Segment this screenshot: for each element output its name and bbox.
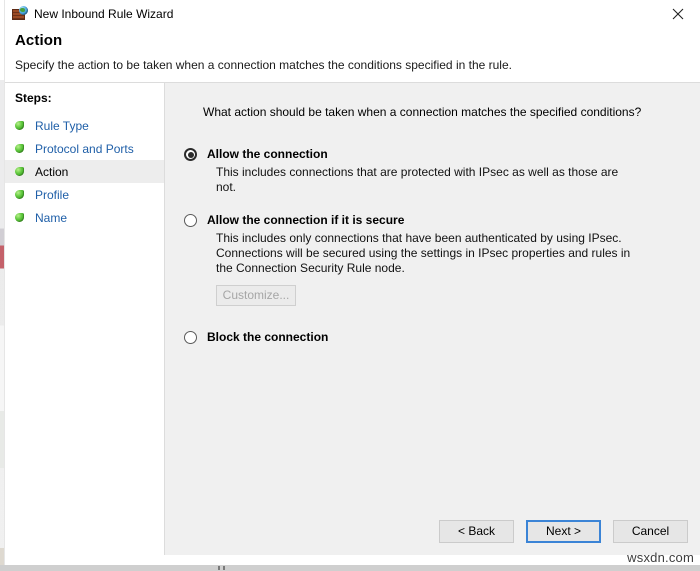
option-allow-the-connection[interactable]: Allow the connection This includes conne… [175, 147, 700, 195]
customize-button: Customize... [216, 285, 296, 306]
option-allow-the-connection-if-it-is-secure[interactable]: Allow the connection if it is secure Thi… [175, 213, 700, 306]
option-label: Allow the connection [207, 147, 328, 161]
sidebar-item-profile[interactable]: Profile [5, 183, 164, 206]
option-block-the-connection[interactable]: Block the connection [175, 330, 700, 345]
wizard-window: New Inbound Rule Wizard Action Specify t… [0, 0, 700, 571]
sidebar-item-rule-type[interactable]: Rule Type [5, 114, 164, 137]
option-label: Allow the connection if it is secure [207, 213, 405, 227]
radio-allow-if-secure[interactable] [184, 214, 197, 227]
sidebar-item-protocol-and-ports[interactable]: Protocol and Ports [5, 137, 164, 160]
step-bullet-icon [15, 213, 24, 222]
sidebar-item-label: Rule Type [35, 118, 89, 133]
sidebar-item-label: Profile [35, 187, 70, 202]
window-bottom-edge [0, 565, 700, 571]
sidebar-item-label: Name [35, 210, 68, 225]
radio-block-the-connection[interactable] [184, 331, 197, 344]
dialog-content: Steps: Rule Type Protocol and Ports Acti… [5, 82, 700, 555]
close-icon[interactable] [655, 0, 700, 28]
window-title: New Inbound Rule Wizard [34, 7, 174, 21]
action-pane: What action should be taken when a conne… [165, 83, 700, 555]
watermark: wsxdn.com [627, 550, 694, 565]
page-subtitle: Specify the action to be taken when a co… [15, 58, 512, 72]
cancel-button[interactable]: Cancel [613, 520, 688, 543]
step-bullet-icon [15, 144, 24, 153]
step-bullet-icon [15, 190, 24, 199]
title-bar: New Inbound Rule Wizard [5, 0, 700, 28]
dialog-body: New Inbound Rule Wizard Action Specify t… [4, 0, 700, 565]
action-prompt: What action should be taken when a conne… [203, 105, 642, 119]
firewall-globe-icon [11, 6, 28, 22]
sidebar-item-label: Action [35, 164, 69, 179]
sidebar-item-label: Protocol and Ports [35, 141, 134, 156]
radio-allow-the-connection[interactable] [184, 148, 197, 161]
option-description: This includes connections that are prote… [216, 165, 619, 194]
back-button[interactable]: < Back [439, 520, 514, 543]
dialog-footer: < Back Next > Cancel [439, 520, 688, 543]
page-title: Action [15, 32, 63, 49]
resize-grip[interactable] [218, 566, 230, 570]
steps-sidebar: Steps: Rule Type Protocol and Ports Acti… [5, 83, 165, 555]
sidebar-item-action[interactable]: Action [5, 160, 164, 183]
step-bullet-icon [15, 167, 24, 176]
action-radio-group: Allow the connection This includes conne… [175, 147, 700, 345]
steps-heading: Steps: [15, 91, 52, 105]
option-description: This includes only connections that have… [216, 231, 631, 275]
page-header: Action Specify the action to be taken wh… [5, 28, 700, 82]
next-button[interactable]: Next > [526, 520, 601, 543]
step-bullet-icon [15, 121, 24, 130]
option-label: Block the connection [207, 330, 329, 344]
sidebar-item-name[interactable]: Name [5, 206, 164, 229]
